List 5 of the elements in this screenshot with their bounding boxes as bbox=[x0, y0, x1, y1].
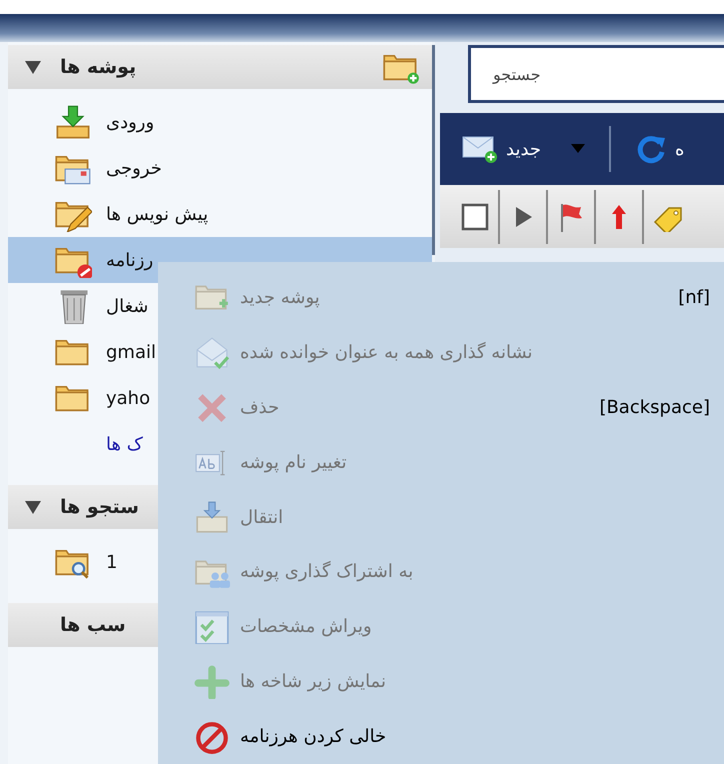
shortcut-hint: [Backspace] bbox=[599, 396, 710, 418]
section-title: سب ها bbox=[60, 614, 126, 636]
shortcut-hint: [nf] bbox=[678, 286, 710, 308]
section-title: ستجو ها bbox=[60, 496, 139, 518]
section-title: پوشه ها bbox=[60, 56, 136, 78]
